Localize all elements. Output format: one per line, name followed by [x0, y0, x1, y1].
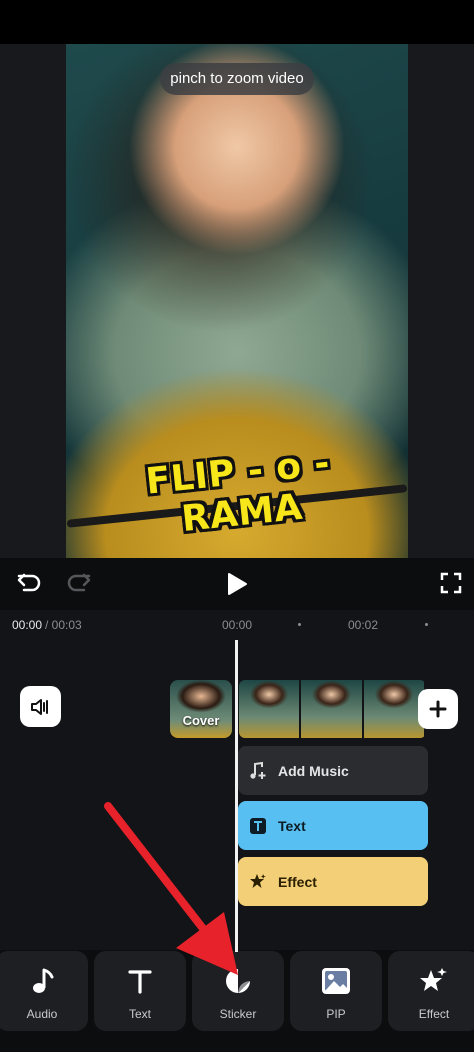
text-track[interactable]: Text	[238, 801, 428, 850]
tool-effect-label: Effect	[418, 1007, 450, 1021]
undo-button[interactable]	[12, 566, 46, 600]
undo-icon	[17, 573, 41, 592]
status-bar	[0, 0, 474, 44]
total-duration: / 00:03	[45, 618, 82, 632]
redo-button[interactable]	[62, 566, 96, 600]
tool-audio-label: Audio	[26, 1007, 58, 1021]
speaker-icon	[30, 698, 48, 715]
timeline-tick-dot	[298, 623, 301, 626]
star-effect-icon	[418, 965, 450, 997]
sticker-icon	[222, 965, 254, 997]
text-track-label: Text	[278, 817, 306, 834]
add-music-icon	[248, 761, 268, 781]
tool-sticker[interactable]: Sticker	[192, 951, 284, 1031]
text-icon	[124, 965, 156, 997]
text-icon	[248, 816, 268, 836]
plus-icon	[429, 700, 447, 718]
current-time: 00:00	[12, 618, 43, 632]
fullscreen-icon	[440, 572, 462, 594]
effect-track-label: Effect	[278, 873, 317, 890]
tool-text[interactable]: Text	[94, 951, 186, 1031]
clip-frame	[301, 680, 362, 738]
play-icon	[228, 573, 247, 595]
timeline-tick-label: 00:00	[222, 618, 253, 632]
fullscreen-button[interactable]	[434, 566, 468, 600]
effect-star-icon	[248, 872, 268, 892]
pinch-zoom-tooltip: pinch to zoom video	[160, 63, 314, 95]
mute-clip-audio-button[interactable]	[20, 686, 61, 727]
video-clip-track[interactable]	[239, 680, 426, 738]
add-clip-button[interactable]	[418, 689, 458, 729]
redo-icon	[67, 573, 91, 592]
timeline-tick-dot	[425, 623, 428, 626]
play-button[interactable]	[220, 567, 254, 601]
tool-text-label: Text	[128, 1007, 151, 1021]
tool-pip-label: PIP	[326, 1007, 346, 1021]
clip-frame	[363, 680, 424, 738]
cover-thumbnail[interactable]: Cover	[170, 680, 232, 738]
tool-audio[interactable]: Audio	[0, 951, 88, 1031]
image-icon	[320, 965, 352, 997]
tool-effect[interactable]: Effect	[388, 951, 474, 1031]
effect-track[interactable]: Effect	[238, 857, 428, 906]
clip-frame	[239, 680, 300, 738]
playhead[interactable]	[235, 640, 238, 952]
cover-label: Cover	[182, 713, 220, 728]
add-music-track[interactable]: Add Music	[238, 746, 428, 795]
add-music-label: Add Music	[278, 762, 349, 779]
music-note-icon	[26, 965, 58, 997]
tool-pip[interactable]: PIP	[290, 951, 382, 1031]
tool-sticker-label: Sticker	[219, 1007, 257, 1021]
timeline-tick-label: 00:02	[348, 618, 379, 632]
